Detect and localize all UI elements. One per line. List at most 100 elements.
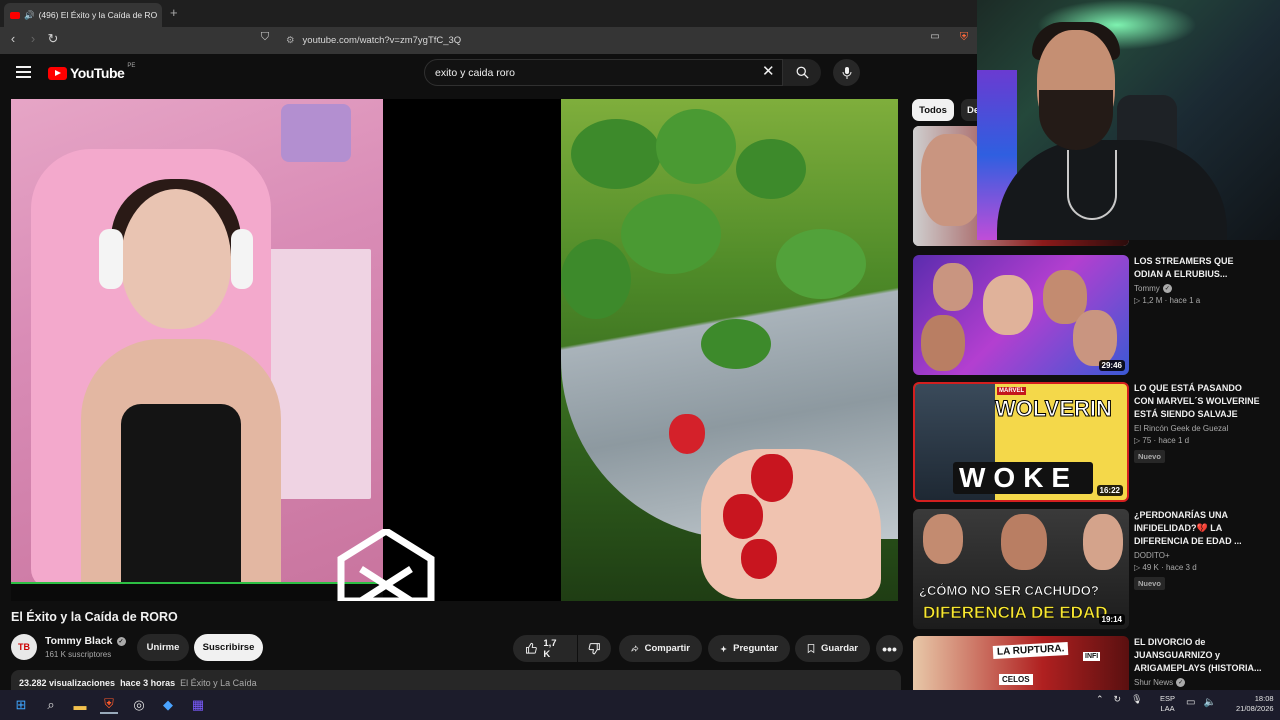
lang-line: ESP — [1160, 694, 1176, 703]
clock[interactable]: 18:08 21/08/2026 — [1236, 694, 1274, 714]
taskbar-search-icon[interactable]: ⌕ — [42, 696, 60, 714]
back-icon[interactable]: ‹ — [4, 31, 22, 46]
status-icons[interactable]: ▭ 🔈 — [1186, 697, 1216, 708]
video-player[interactable] — [11, 99, 898, 601]
speaker-icon: 🔊 — [24, 9, 35, 20]
sidebar-thumbnail[interactable]: ¿CÓMO NO SER CACHUDO? DIFERENCIA DE EDAD… — [913, 509, 1129, 629]
channel-name[interactable]: Tommy Black ✓ — [45, 635, 126, 647]
youtube-logo[interactable]: YouTube PE — [48, 63, 136, 81]
strawberry-plant-clip — [561, 99, 898, 601]
forward-icon[interactable]: › — [24, 31, 42, 46]
network-icon: ▭ — [1186, 697, 1196, 708]
search-button[interactable] — [783, 59, 821, 86]
thumb-text: LA RUPTURA. — [992, 642, 1069, 659]
video-duration: 16:22 — [1096, 485, 1123, 496]
new-tab-button[interactable]: + — [170, 5, 178, 20]
more-icon: ••• — [882, 640, 897, 657]
voice-search-button[interactable] — [833, 59, 860, 86]
sync-icon[interactable]: ↻ — [1114, 694, 1122, 705]
clock-date: 21/08/2026 — [1236, 704, 1274, 713]
app-icon[interactable]: ◆ — [159, 696, 177, 714]
thumb-text: WOLVERIN — [995, 396, 1113, 422]
url-text: youtube.com/watch?v=zm7ygTfC_3Q — [302, 35, 462, 46]
ask-button[interactable]: Preguntar — [708, 635, 790, 662]
system-tray: ⌃ ↻ 🎙 — [1096, 694, 1143, 705]
close-tab-icon[interactable]: ✕ — [161, 10, 162, 21]
input-language[interactable]: ESP LAA — [1160, 694, 1175, 714]
sidebar-thumbnail[interactable]: LA RUPTURA. INFI CELOS — [913, 636, 1129, 690]
lang-line: LAA — [1160, 704, 1175, 713]
sidebar-video-info[interactable]: EL DIVORCIO de JUANSGUARNIZO y ARIGAMEPL… — [1134, 636, 1264, 687]
youtube-favicon-icon — [10, 11, 20, 19]
share-label: Compartir — [644, 643, 690, 654]
new-badge: Nuevo — [1134, 450, 1165, 463]
thumb-text: WOKE — [959, 462, 1079, 493]
bookmark-page-icon[interactable]: ⛉ — [256, 31, 274, 44]
overlay-strip — [11, 582, 383, 601]
streamer-camera-frame — [11, 99, 383, 589]
save-button[interactable]: Guardar — [795, 635, 870, 662]
channel-avatar[interactable]: TB — [11, 634, 37, 660]
brave-browser-icon[interactable]: ⛨ — [100, 696, 118, 714]
video-title: El Éxito y la Caída de RORO — [11, 610, 178, 624]
like-button[interactable]: 1,7 K — [513, 635, 577, 662]
subscriber-count: 161 K suscriptores — [45, 650, 112, 659]
verified-icon: ✓ — [1176, 678, 1186, 687]
site-info-icon[interactable]: ⚙ — [286, 35, 295, 46]
menu-icon[interactable] — [16, 66, 31, 78]
watermark-logo-icon — [337, 529, 435, 601]
share-icon — [631, 645, 639, 652]
brave-shield-icon[interactable]: ⛨ — [955, 31, 973, 44]
twitch-logo-decoration — [281, 104, 351, 162]
thumb-text: ¿CÓMO NO SER CACHUDO? — [919, 583, 1099, 599]
browser-tab[interactable]: 🔊 (496) El Éxito y la Caída de RO ✕ — [4, 3, 162, 27]
streamer-webcam-overlay — [977, 0, 1280, 240]
thumbs-up-icon — [526, 642, 537, 654]
search-input[interactable]: exito y caida roro — [424, 59, 783, 86]
country-code: PE — [127, 63, 136, 69]
ask-label: Preguntar — [733, 643, 778, 654]
reload-icon[interactable]: ↻ — [44, 31, 62, 47]
url-field[interactable]: ⚙ youtube.com/watch?v=zm7ygTfC_3Q — [286, 32, 936, 49]
thumbs-down-icon — [588, 643, 600, 655]
clear-search-icon[interactable]: ✕ — [762, 62, 775, 80]
chip-all[interactable]: Todos — [912, 99, 954, 121]
app-icon[interactable]: ▦ — [189, 696, 207, 714]
sidebar-meta: ▷ 1,2 M · hace 1 a — [1134, 296, 1201, 305]
dislike-button[interactable] — [578, 635, 611, 662]
sidebar-thumbnail[interactable]: 29:46 — [913, 255, 1129, 375]
search-query: exito y caida roro — [435, 66, 515, 79]
video-duration: 29:46 — [1098, 360, 1125, 371]
sidebar-channel: El Rincón Geek de Guezal — [1134, 424, 1229, 433]
description-box[interactable]: 23.282 visualizaciones hace 3 horas El É… — [11, 670, 901, 690]
subscribe-button[interactable]: Suscribirse — [194, 634, 263, 661]
search-icon — [796, 66, 809, 79]
save-label: Guardar — [821, 643, 858, 654]
sidebar-channel: Shur News ✓ — [1134, 678, 1186, 687]
publish-date: hace 3 horas — [120, 678, 176, 688]
thumb-text: DIFERENCIA DE EDAD — [923, 603, 1108, 623]
share-button[interactable]: Compartir — [619, 635, 702, 662]
youtube-play-icon — [48, 66, 67, 80]
thumb-text: INFI — [1083, 652, 1101, 661]
verified-icon: ✓ — [116, 636, 126, 646]
sidebar-thumbnail[interactable]: MARVEL WOLVERIN WOKE 16:22 — [913, 382, 1129, 502]
more-actions-button[interactable]: ••• — [876, 635, 903, 662]
logo-text: YouTube — [70, 65, 125, 81]
thumb-text: CELOS — [999, 674, 1033, 685]
sidebar-video-info[interactable]: LO QUE ESTÁ PASANDO CON MARVEL´S WOLVERI… — [1134, 382, 1264, 464]
windows-start-icon[interactable]: ⊞ — [12, 696, 30, 714]
description-snippet: El Éxito y La Caída — [180, 678, 257, 688]
sidebar-video-title: LOS STREAMERS QUE ODIAN A ELRUBIUS... — [1134, 256, 1234, 279]
verified-icon: ✓ — [1162, 284, 1172, 293]
sidebar-channel: Tommy ✓ — [1134, 284, 1172, 293]
mic-tray-icon[interactable]: 🎙 — [1131, 694, 1142, 705]
sidebar-video-info[interactable]: ¿PERDONARÍAS UNA INFIDELIDAD?💔 LA DIFERE… — [1134, 509, 1264, 591]
file-explorer-icon[interactable]: ▬ — [71, 696, 89, 714]
sidebar-video-info[interactable]: LOS STREAMERS QUE ODIAN A ELRUBIUS... To… — [1134, 255, 1264, 305]
app-icon[interactable]: ◎ — [130, 696, 148, 714]
join-button[interactable]: Unirme — [137, 634, 189, 661]
sidebar-video-title: EL DIVORCIO de JUANSGUARNIZO y ARIGAMEPL… — [1134, 637, 1262, 673]
cast-icon[interactable]: ▭ — [926, 31, 944, 42]
chevron-up-icon[interactable]: ⌃ — [1096, 694, 1104, 705]
